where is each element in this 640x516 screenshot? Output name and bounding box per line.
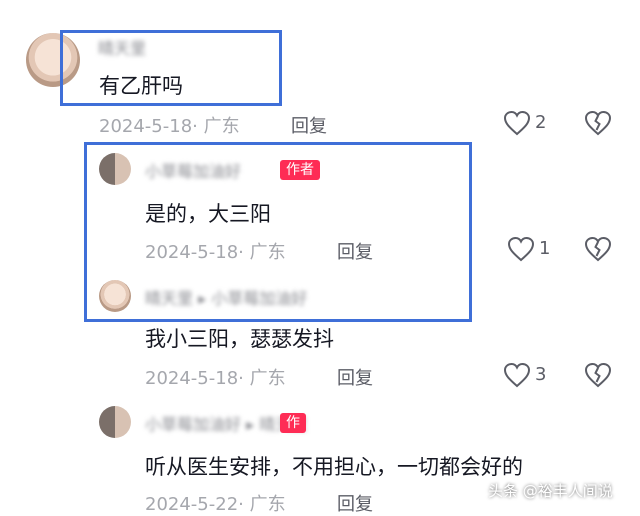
broken-heart-icon <box>584 236 612 262</box>
heart-icon <box>503 110 531 136</box>
comment-meta: 2024-5-22· 广东 <box>145 494 286 515</box>
comment-text: 我小三阳，瑟瑟发抖 <box>145 327 334 351</box>
broken-heart-icon <box>584 110 612 136</box>
comment-text: 听从医生安排，不用担心，一切都会好的 <box>145 455 523 479</box>
reply-button[interactable]: 回复 <box>291 112 327 138</box>
heart-icon <box>503 362 531 388</box>
like-button[interactable] <box>507 236 535 262</box>
comment-meta: 2024-5-18· 广东 <box>145 368 286 389</box>
like-count: 1 <box>539 238 551 259</box>
highlight-box <box>84 142 472 322</box>
like-count: 3 <box>535 364 547 385</box>
heart-icon <box>507 236 535 262</box>
author-badge: 作 <box>280 413 306 433</box>
comment-meta: 2024-5-18· 广东 <box>99 116 240 137</box>
reply-button[interactable]: 回复 <box>337 364 373 390</box>
avatar[interactable] <box>99 406 131 438</box>
like-count: 2 <box>535 112 547 133</box>
broken-heart-icon <box>584 362 612 388</box>
watermark: 头条 @裕丰人间说 <box>488 482 613 500</box>
highlight-box <box>60 30 282 106</box>
reply-button[interactable]: 回复 <box>337 490 373 516</box>
dislike-button[interactable] <box>584 362 612 388</box>
dislike-button[interactable] <box>584 236 612 262</box>
like-button[interactable] <box>503 362 531 388</box>
like-button[interactable] <box>503 110 531 136</box>
dislike-button[interactable] <box>584 110 612 136</box>
